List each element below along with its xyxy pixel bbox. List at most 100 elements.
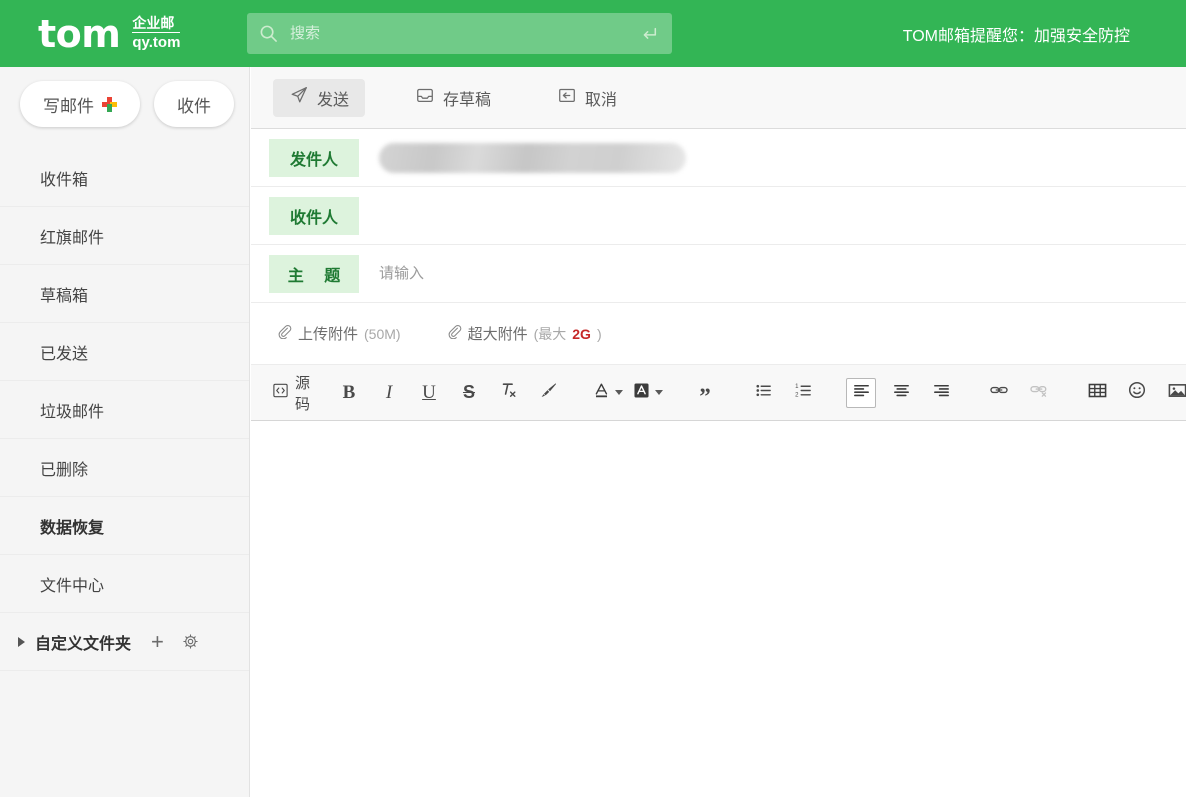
receive-mail-button[interactable]: 收件 [154,81,234,127]
source-code-icon [272,382,289,403]
sidebar-item-data-recovery[interactable]: 数据恢复 [0,497,249,555]
sidebar-item-label: 文件中心 [40,572,104,596]
source-code-button[interactable]: 源码 [276,378,306,408]
sidebar-item-spam[interactable]: 垃圾邮件 [0,381,249,439]
sidebar-item-flagged[interactable]: 红旗邮件 [0,207,249,265]
app-header: tom 企业邮 qy.tom TOM邮箱提醒您：加强安全防控 [0,0,1186,67]
insert-table-button[interactable] [1082,378,1112,408]
blockquote-button[interactable]: ” [690,378,720,408]
sidebar-item-label: 收件箱 [40,166,88,190]
bold-icon: B [343,382,356,404]
large-attachment-size-prefix: (最大 [534,324,567,344]
brand-logo[interactable]: tom 企业邮 qy.tom [38,15,180,53]
insert-image-button[interactable] [1162,378,1186,408]
upload-attachment-size: (50M) [364,326,401,342]
sidebar-item-inbox[interactable]: 收件箱 [0,149,249,207]
sidebar-item-drafts[interactable]: 草稿箱 [0,265,249,323]
sidebar-item-label: 已删除 [40,456,88,480]
folder-list: 收件箱 红旗邮件 草稿箱 已发送 垃圾邮件 已删除 数据恢复 文件中心 自定义文… [0,149,249,671]
search-bar[interactable] [247,13,672,54]
text-color-button[interactable] [592,378,622,408]
remove-format-icon [499,380,519,405]
save-draft-inbox-icon [415,85,435,110]
sidebar-item-label: 数据恢复 [40,514,104,538]
highlight-color-icon [632,381,651,405]
sidebar-item-label: 已发送 [40,340,88,364]
bulleted-list-button[interactable] [748,378,778,408]
paperclip-icon [277,324,292,343]
recipient-input[interactable] [359,197,1186,235]
header-notice: TOM邮箱提醒您：加强安全防控 [903,0,1130,67]
italic-button[interactable]: I [374,378,404,408]
field-row-recipient: 收件人 [251,187,1186,245]
svg-text:1: 1 [795,383,799,390]
align-center-button[interactable] [886,378,916,408]
logo-subtitle: 企业邮 qy.tom [132,15,180,51]
format-painter-button[interactable] [534,378,564,408]
receive-mail-label: 收件 [177,92,211,117]
underline-button[interactable]: U [414,378,444,408]
compose-mail-button[interactable]: 写邮件 [20,81,140,127]
sender-field-label: 发件人 [269,139,359,177]
strikethrough-icon: S [463,382,475,403]
logo-wordmark: tom [38,15,120,53]
large-attachment-label: 超大附件 [468,323,528,344]
upload-attachment-button[interactable]: 上传附件 (50M) [277,323,401,344]
logo-subtitle-top: 企业邮 [132,15,180,33]
link-icon [989,380,1009,405]
insert-emoji-button[interactable] [1122,378,1152,408]
caret-right-icon[interactable] [18,637,25,647]
align-left-icon [852,381,871,405]
subject-input[interactable] [359,255,1186,293]
gear-icon[interactable] [182,633,199,650]
sidebar-item-deleted[interactable]: 已删除 [0,439,249,497]
align-left-button[interactable] [846,378,876,408]
text-color-icon [592,381,611,405]
attachment-row: 上传附件 (50M) 超大附件 (最大 2G ) [251,303,1186,365]
sidebar-item-label: 垃圾邮件 [40,398,104,422]
main-panel: 发送 存草稿 取消 发件人 收件人 [251,67,1186,797]
align-right-button[interactable] [926,378,956,408]
sender-value-redacted[interactable] [379,143,686,173]
large-attachment-size-limit: 2G [572,326,591,342]
align-center-icon [892,381,911,405]
add-folder-plus-icon[interactable]: + [151,631,164,653]
send-paper-plane-icon [289,85,309,110]
large-attachment-button[interactable]: 超大附件 (最大 2G ) [447,323,602,344]
paint-brush-icon [539,380,559,405]
sidebar-item-sent[interactable]: 已发送 [0,323,249,381]
unlink-icon [1029,380,1049,405]
sidebar-item-custom-folders[interactable]: 自定义文件夹 + [0,613,249,671]
field-row-sender: 发件人 [251,129,1186,187]
bulleted-list-icon [754,381,773,405]
sidebar: 写邮件 收件 收件箱 红旗邮件 草稿箱 已发送 垃圾邮件 已删除 数据恢复 [0,67,250,797]
compose-action-bar: 发送 存草稿 取消 [251,67,1186,129]
sidebar-action-row: 写邮件 收件 [0,67,249,127]
send-button[interactable]: 发送 [273,79,365,117]
insert-link-button[interactable] [984,378,1014,408]
sidebar-item-label: 草稿箱 [40,282,88,306]
remove-format-button[interactable] [494,378,524,408]
upload-attachment-label: 上传附件 [298,323,358,344]
compose-mail-label: 写邮件 [43,92,94,117]
svg-text:2: 2 [795,391,799,398]
logo-subtitle-bottom: qy.tom [132,33,180,51]
source-code-label: 源码 [295,372,310,414]
recipient-field-label: 收件人 [269,197,359,235]
save-draft-button[interactable]: 存草稿 [399,79,507,117]
strikethrough-button[interactable]: S [454,378,484,408]
large-attachment-size-suffix: ) [597,326,602,342]
subject-field-label: 主 题 [269,255,359,293]
sidebar-item-file-center[interactable]: 文件中心 [0,555,249,613]
bold-button[interactable]: B [334,378,364,408]
field-row-subject: 主 题 [251,245,1186,303]
sidebar-item-label: 红旗邮件 [40,224,104,248]
enter-return-icon[interactable] [640,25,658,43]
numbered-list-button[interactable]: 1 2 [788,378,818,408]
highlight-color-button[interactable] [632,378,662,408]
paperclip-icon [447,324,462,343]
chevron-down-icon [615,390,623,395]
search-input[interactable] [288,24,640,43]
cancel-button[interactable]: 取消 [541,79,633,117]
mail-body-editor[interactable] [251,421,1186,798]
